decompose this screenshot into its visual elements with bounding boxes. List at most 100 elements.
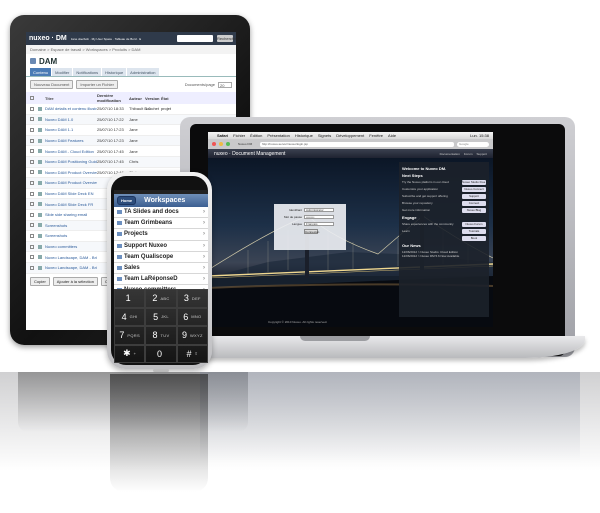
- back-button[interactable]: Home: [117, 196, 137, 205]
- browser-search-field[interactable]: Google: [457, 141, 489, 147]
- blog-button[interactable]: Nuxeo Blog: [462, 208, 486, 213]
- keypad-key[interactable]: 0: [145, 344, 177, 363]
- select-all-checkbox[interactable]: [30, 96, 34, 100]
- minimize-window-icon[interactable]: [219, 142, 223, 146]
- row-title[interactable]: Nuxeo DAM Slide Deck FR: [45, 202, 97, 207]
- row-title[interactable]: Nuxeo DAM 1.1: [45, 127, 97, 132]
- row-checkbox[interactable]: [30, 149, 34, 154]
- news-item[interactable]: 12/06/2012 > Nuxeo DM 5.6 Now Available: [402, 254, 486, 258]
- keypad-key[interactable]: 3 DEF: [176, 289, 208, 308]
- row-title[interactable]: Screenshots: [45, 223, 97, 228]
- book-button[interactable]: Book: [462, 236, 486, 241]
- workspace-list-item[interactable]: Support Nuxeo ›: [114, 241, 208, 252]
- tab-notifications[interactable]: Notifications: [73, 68, 102, 76]
- workspace-list-item[interactable]: Projects ›: [114, 229, 208, 241]
- tutorials-button[interactable]: Tutorials: [462, 229, 486, 234]
- connect-button-2[interactable]: Connect: [462, 201, 486, 206]
- menu-file[interactable]: Fichier: [233, 133, 245, 138]
- keypad-key[interactable]: 7 PQRS: [114, 326, 146, 345]
- top-links[interactable]: Jane doe/bob · My User Space · Tableau d…: [71, 37, 141, 41]
- page-size-select[interactable]: 20: [218, 81, 232, 88]
- row-title[interactable]: Nuxeo DAM 1.0: [45, 117, 97, 122]
- row-checkbox[interactable]: [30, 244, 34, 249]
- row-checkbox[interactable]: [30, 212, 34, 217]
- keypad-key[interactable]: 5 JKL: [145, 307, 177, 326]
- row-title[interactable]: Nuxeo committers: [45, 244, 97, 249]
- row-title[interactable]: Nuxeo DAM Slide Deck EN: [45, 191, 97, 196]
- workspace-list-item[interactable]: Team Grimbeans ›: [114, 218, 208, 230]
- menu-help[interactable]: Aide: [388, 133, 396, 138]
- menu-safari[interactable]: Safari: [217, 133, 228, 138]
- column-author[interactable]: Auteur: [129, 96, 145, 101]
- keypad-key[interactable]: 2 ABC: [145, 289, 177, 308]
- keypad-key[interactable]: 6 MNO: [176, 307, 208, 326]
- copy-button[interactable]: Copier: [30, 276, 50, 286]
- row-checkbox[interactable]: [30, 255, 34, 260]
- row-checkbox[interactable]: [30, 191, 34, 196]
- tab-history[interactable]: Historique: [102, 68, 127, 76]
- row-checkbox[interactable]: [30, 170, 34, 175]
- address-bar[interactable]: http://nuxeo-server/nuxeo/login.jsp: [260, 141, 454, 147]
- menu-edit[interactable]: Édition: [250, 133, 262, 138]
- row-checkbox[interactable]: [30, 233, 34, 238]
- import-file-button[interactable]: Importer un Fichier: [76, 80, 118, 89]
- row-title[interactable]: Nuxeo DAM Product Overview FR: [45, 180, 97, 185]
- workspace-list-item[interactable]: TA Slides and docs ›: [114, 207, 208, 219]
- link-documentation[interactable]: Documentation: [440, 152, 460, 156]
- add-to-selection-button[interactable]: Ajouter à la sélection: [52, 276, 98, 286]
- row-checkbox[interactable]: [30, 106, 34, 111]
- login-button[interactable]: Connexion: [304, 229, 319, 234]
- studio-offer-button[interactable]: Nuxeo Studio Free Offer: [462, 180, 486, 185]
- keypad-key[interactable]: # ⇧: [176, 344, 208, 363]
- zoom-window-icon[interactable]: [226, 142, 230, 146]
- tab-content[interactable]: Contenu: [30, 68, 52, 76]
- column-version[interactable]: Version: [145, 96, 161, 101]
- row-checkbox[interactable]: [30, 223, 34, 228]
- row-title[interactable]: Nuxeo DAM - Cloud Edition: [45, 149, 97, 154]
- row-checkbox[interactable]: [30, 138, 34, 143]
- breadcrumb[interactable]: Domaine > Espace de travail > Workspaces…: [26, 45, 236, 54]
- keypad-key[interactable]: ✱ +: [114, 344, 146, 363]
- column-modified[interactable]: Dernière modification: [97, 93, 129, 103]
- workspace-list-item[interactable]: Team Qualiscope ›: [114, 252, 208, 263]
- column-title[interactable]: Titre: [45, 96, 97, 101]
- close-window-icon[interactable]: [212, 142, 216, 146]
- row-title[interactable]: DAM details et contenu illustrés: [45, 106, 97, 111]
- row-title[interactable]: Nuxeo DAM Positioning Guide: [45, 159, 97, 164]
- row-checkbox[interactable]: [30, 127, 34, 132]
- link-support[interactable]: Support: [476, 152, 487, 156]
- search-button[interactable]: Rechercher: [217, 35, 236, 42]
- row-title[interactable]: Nuxeo DAM Features: [45, 138, 97, 143]
- column-state[interactable]: État: [161, 96, 169, 101]
- row-checkbox[interactable]: [30, 265, 34, 270]
- row-title[interactable]: Nuxeo Landscape, DAM - Bright Fan: [45, 265, 97, 270]
- menu-bookmarks[interactable]: Signets: [318, 133, 331, 138]
- menu-view[interactable]: Présentation: [267, 133, 289, 138]
- password-input[interactable]: ••••••••: [304, 215, 334, 219]
- row-title[interactable]: Nuxeo Landscape, DAM - Bright Fan FR: [45, 255, 97, 260]
- connect-button[interactable]: Nuxeo Connect: [462, 187, 486, 192]
- tab-edit[interactable]: Modifier: [52, 68, 73, 76]
- menu-history[interactable]: Historique: [295, 133, 313, 138]
- row-title[interactable]: Nuxeo DAM Product Overview: [45, 170, 97, 175]
- username-input[interactable]: Administrator: [304, 208, 334, 212]
- new-document-button[interactable]: Nouveau Document: [30, 80, 74, 89]
- workspace-list-item[interactable]: Team LaRéponseD ›: [114, 274, 208, 286]
- row-title[interactable]: Screenshots: [45, 233, 97, 238]
- row-checkbox[interactable]: [30, 202, 34, 207]
- keypad-key[interactable]: 8 TUV: [145, 326, 177, 345]
- menu-develop[interactable]: Développement: [336, 133, 364, 138]
- workspace-list-item[interactable]: Sales ›: [114, 263, 208, 275]
- keypad-key[interactable]: 9 WXYZ: [176, 326, 208, 345]
- row-checkbox[interactable]: [30, 159, 34, 164]
- keypad-key[interactable]: 4 GHI: [114, 307, 146, 326]
- tab-administration[interactable]: Administration: [127, 68, 159, 76]
- keypad-key[interactable]: 1: [114, 289, 146, 308]
- table-row[interactable]: DAM details et contenu illustrés 25/07/10…: [26, 104, 236, 115]
- forum-button[interactable]: Nuxeo Forum: [462, 222, 486, 227]
- row-title[interactable]: Slide side sharing email: [45, 212, 97, 217]
- menu-window[interactable]: Fenêtre: [369, 133, 383, 138]
- row-checkbox[interactable]: [30, 180, 34, 185]
- search-input[interactable]: [177, 35, 213, 42]
- support-button[interactable]: Support: [462, 194, 486, 199]
